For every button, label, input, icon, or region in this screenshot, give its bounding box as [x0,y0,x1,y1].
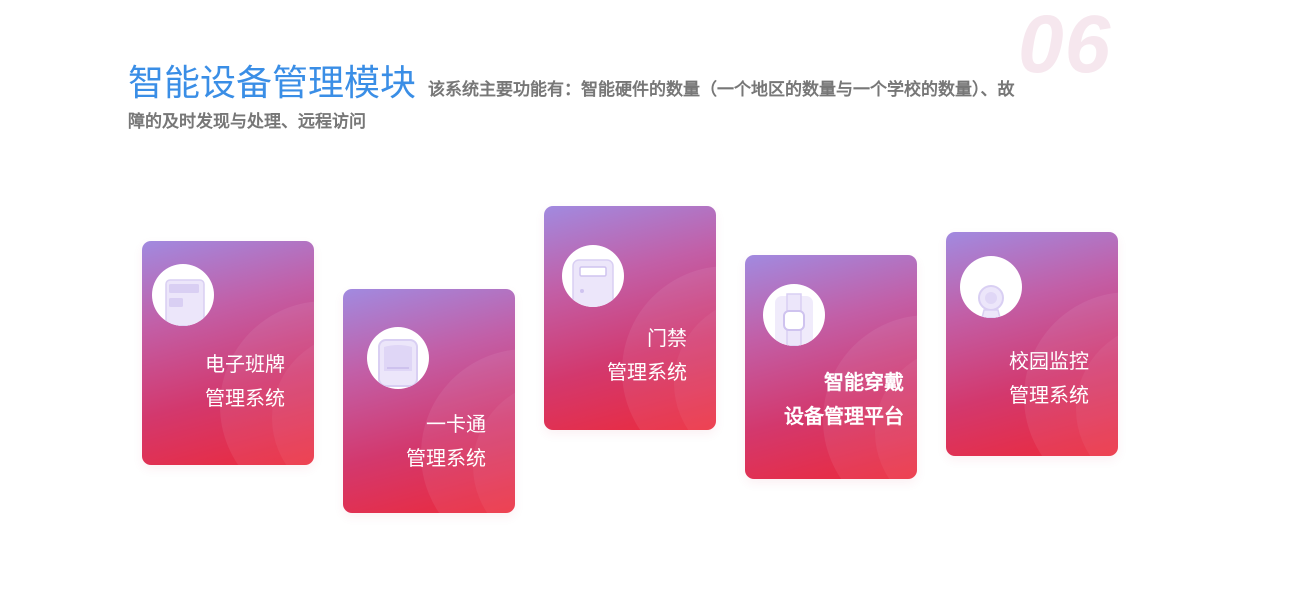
card-label-line2: 管理系统 [406,446,486,470]
card-label: 校园监控 管理系统 [1009,344,1089,412]
card-door-access[interactable]: 门禁 管理系统 [544,206,716,430]
description-line-2: 障的及时发现与处理、远程访问 [128,112,366,132]
card-label-line1: 智能穿戴 [824,370,904,394]
card-label-line2: 管理系统 [607,360,687,384]
camera-icon [960,256,1022,318]
card-class-board[interactable]: 电子班牌 管理系统 [142,241,314,465]
page-title: 智能设备管理模块 [128,63,417,104]
card-label-line1: 校园监控 [1009,349,1089,373]
description-line-1: 该系统主要功能有：智能硬件的数量（一个地区的数量与一个学校的数量）、故 [428,80,1015,100]
card-label: 一卡通 管理系统 [406,407,486,475]
card-label: 门禁 管理系统 [607,321,687,389]
card-label-line2: 管理系统 [205,386,285,410]
card-label-line1: 一卡通 [426,412,486,436]
card-smart-wearable[interactable]: 智能穿戴 设备管理平台 [745,255,917,479]
class-board-icon [152,264,214,326]
door-access-icon [562,245,624,307]
section-heading: 智能设备管理模块 该系统主要功能有：智能硬件的数量（一个地区的数量与一个学校的数量… [128,66,1108,138]
card-campus-monitoring[interactable]: 校园监控 管理系统 [946,232,1118,456]
card-label: 电子班牌 管理系统 [205,347,285,415]
card-label-line2: 设备管理平台 [784,404,904,428]
card-label-line2: 管理系统 [1009,383,1089,407]
card-label-line1: 门禁 [647,326,687,350]
card-icon [367,327,429,389]
wearable-watch-icon [763,284,825,346]
card-one-card[interactable]: 一卡通 管理系统 [343,289,515,513]
card-label-line1: 电子班牌 [205,352,285,376]
card-label: 智能穿戴 设备管理平台 [784,365,904,433]
